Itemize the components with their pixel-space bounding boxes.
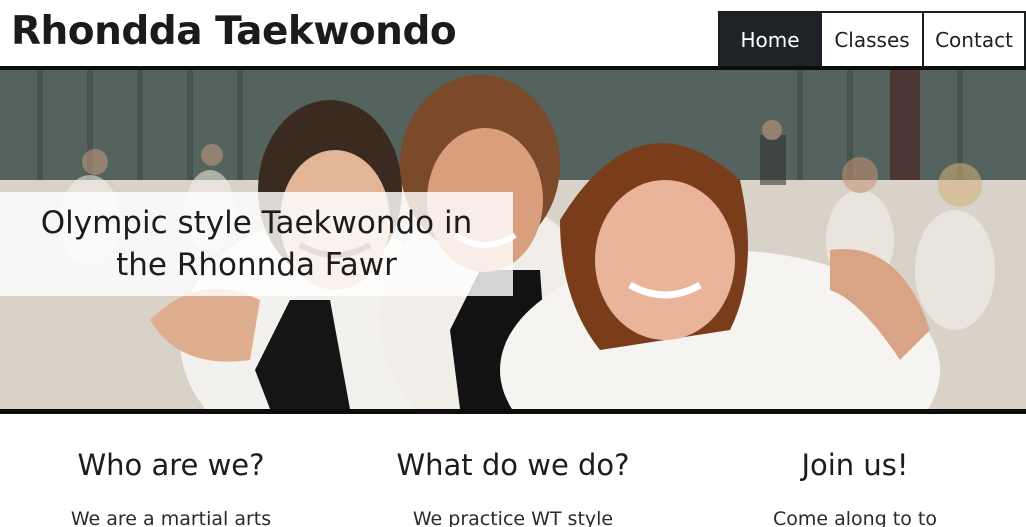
section-heading: Join us! [801,448,909,482]
intro-sections: Who are we? We are a martial arts What d… [0,414,1026,527]
section-text: We practice WT style [412,508,614,527]
nav-contact-link[interactable]: Contact [924,13,1024,66]
section-who-are-we: Who are we? We are a martial arts [0,414,342,527]
section-text: We are a martial arts [70,508,272,527]
hero-caption: Olympic style Taekwondo in the Rhonnda F… [0,192,513,296]
nav-home-link[interactable]: Home [720,13,822,66]
section-heading: Who are we? [77,448,265,482]
site-header: Rhondda Taekwondo Home Classes Contact [0,0,1026,68]
main-nav: Home Classes Contact [718,11,1026,68]
nav-classes-link[interactable]: Classes [822,13,924,66]
section-heading: What do we do? [396,448,630,482]
section-join-us: Join us! Come along to to [684,414,1026,527]
hero-banner: Olympic style Taekwondo in the Rhonnda F… [0,66,1026,414]
site-title[interactable]: Rhondda Taekwondo [11,9,457,54]
section-text: Come along to to [772,508,937,527]
section-what-do-we-do: What do we do? We practice WT style [342,414,684,527]
